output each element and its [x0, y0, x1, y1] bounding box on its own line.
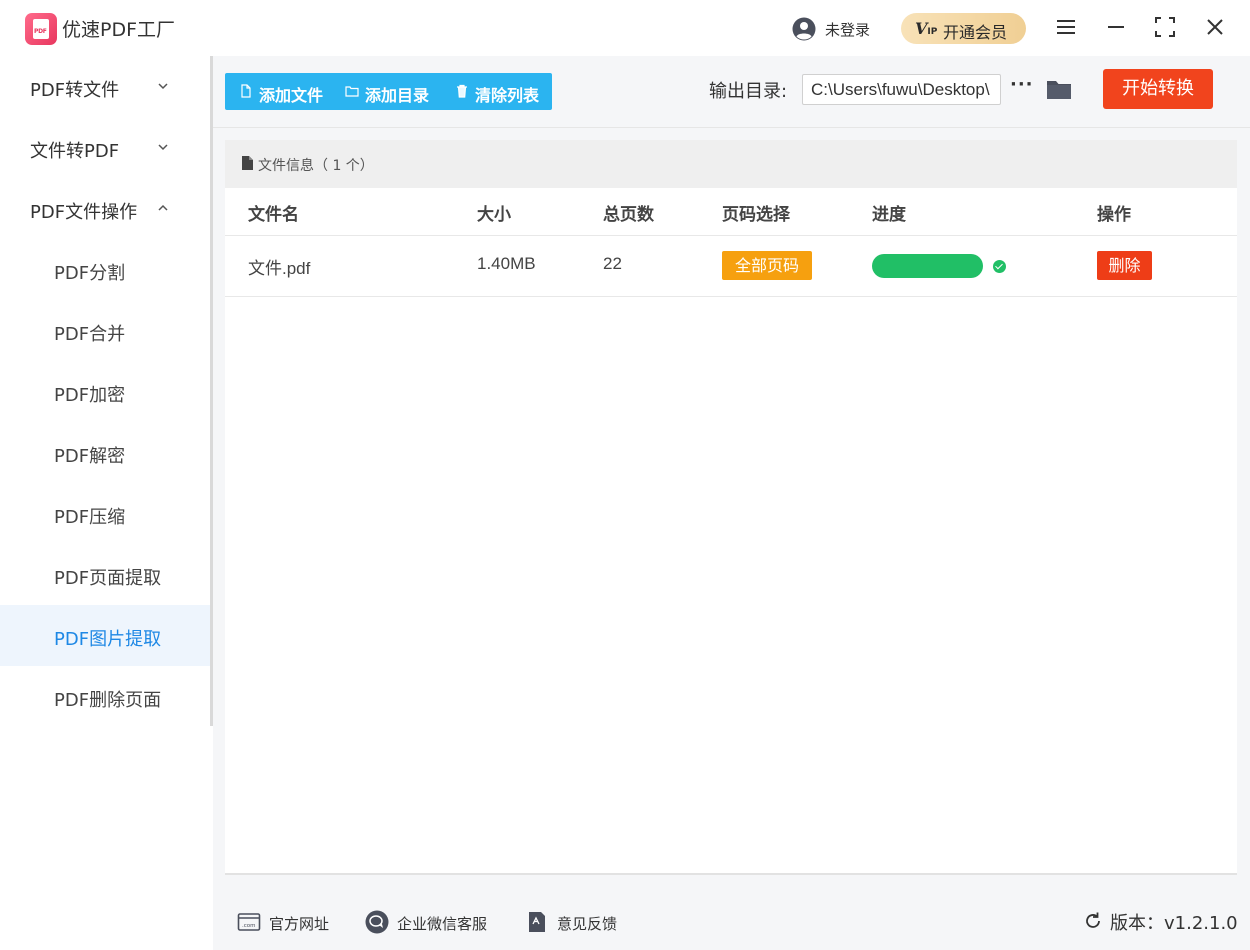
- vip-membership-button[interactable]: VIP 开通会员: [901, 13, 1026, 44]
- column-header-page-select: 页码选择: [722, 205, 790, 225]
- column-header-size: 大小: [477, 205, 511, 225]
- feedback-icon: [529, 912, 545, 932]
- page-select-button[interactable]: 全部页码: [722, 251, 812, 280]
- refresh-icon: [1086, 912, 1100, 928]
- file-icon: [241, 84, 251, 98]
- sidebar-item-label: PDF压缩: [54, 507, 126, 528]
- sidebar-item-pdf-page-extract[interactable]: PDF页面提取: [0, 544, 213, 605]
- vip-icon: VIP: [915, 19, 938, 38]
- column-header-progress: 进度: [872, 205, 906, 225]
- sidebar-item-pdf-image-extract[interactable]: PDF图片提取: [0, 605, 213, 666]
- minimize-icon[interactable]: [1103, 14, 1129, 40]
- close-icon[interactable]: [1202, 14, 1228, 40]
- main-content: 添加文件 添加目录 清除列表 输出目录: ··· 开始转换 文件信息（ 1 个）…: [213, 56, 1250, 892]
- check-circle-icon: [993, 260, 1006, 273]
- file-list-panel: 文件信息（ 1 个） 文件名 大小 总页数 页码选择 进度 操作 文件.pdf …: [225, 140, 1237, 875]
- column-header-name: 文件名: [248, 205, 299, 225]
- sidebar-item-pdf-decrypt[interactable]: PDF解密: [0, 422, 213, 483]
- output-dir-input[interactable]: [802, 74, 1001, 105]
- file-count-label: 文件信息（ 1 个）: [258, 158, 374, 174]
- file-list-header: 文件信息（ 1 个）: [225, 140, 1237, 188]
- output-dir-label: 输出目录:: [709, 81, 788, 102]
- svg-text:.com: .com: [242, 923, 256, 929]
- vip-label: 开通会员: [943, 23, 1008, 42]
- more-options-button[interactable]: ···: [1010, 74, 1033, 104]
- clear-list-label: 清除列表: [475, 86, 540, 105]
- user-avatar-icon[interactable]: [792, 17, 816, 41]
- header-divider: [225, 235, 1237, 236]
- website-icon: .com: [237, 913, 261, 931]
- add-directory-label: 添加目录: [365, 86, 430, 105]
- sidebar-item-label: PDF页面提取: [54, 568, 162, 589]
- delete-button[interactable]: 删除: [1097, 251, 1152, 280]
- document-icon: [242, 156, 253, 170]
- login-link[interactable]: 未登录: [825, 19, 870, 40]
- maximize-icon[interactable]: [1152, 14, 1178, 40]
- wechat-icon: [365, 910, 389, 934]
- sidebar-item-label: PDF加密: [54, 385, 126, 406]
- column-header-action: 操作: [1097, 205, 1131, 225]
- sidebar-group-file-to-pdf[interactable]: 文件转PDF: [0, 117, 210, 178]
- wechat-support-label: 企业微信客服: [397, 915, 488, 933]
- page-count-cell: 22: [603, 254, 622, 273]
- toolbar: 添加文件 添加目录 清除列表 输出目录: ··· 开始转换: [213, 56, 1250, 128]
- sidebar-item-pdf-merge[interactable]: PDF合并: [0, 300, 213, 361]
- sidebar-group-pdf-to-file[interactable]: PDF转文件: [0, 56, 210, 117]
- file-size-cell: 1.40MB: [477, 254, 536, 273]
- folder-outline-icon: [345, 86, 359, 97]
- sidebar-group-label: 文件转PDF: [30, 141, 120, 162]
- sidebar-group-label: PDF转文件: [30, 80, 120, 101]
- sidebar-item-pdf-compress[interactable]: PDF压缩: [0, 483, 213, 544]
- sidebar-item-label: PDF图片提取: [54, 629, 162, 650]
- footer: .com 官方网址 企业微信客服 意见反馈 版本：v1.2.1.0: [213, 892, 1250, 950]
- chevron-down-icon: [158, 144, 168, 151]
- title-bar: 优速PDF工厂 未登录 VIP 开通会员: [0, 0, 1250, 56]
- menu-icon[interactable]: [1053, 14, 1079, 40]
- sidebar-item-label: PDF删除页面: [54, 690, 162, 711]
- column-header-pages: 总页数: [603, 205, 654, 225]
- progress-bar: [872, 254, 983, 278]
- add-file-label: 添加文件: [259, 86, 324, 105]
- sidebar-group-label: PDF文件操作: [30, 202, 138, 223]
- feedback-label: 意见反馈: [557, 915, 618, 933]
- app-title: 优速PDF工厂: [62, 19, 176, 41]
- open-folder-icon[interactable]: [1045, 76, 1073, 102]
- sidebar-item-label: PDF解密: [54, 446, 126, 467]
- sidebar: PDF转文件 文件转PDF PDF文件操作 PDF分割 PDF合并 PDF加密 …: [0, 56, 213, 950]
- file-button-group: 添加文件 添加目录 清除列表: [225, 73, 552, 110]
- app-logo-icon: [25, 13, 57, 45]
- sidebar-group-pdf-operations[interactable]: PDF文件操作: [0, 178, 210, 239]
- sidebar-item-label: PDF分割: [54, 263, 126, 284]
- sidebar-item-pdf-delete-pages[interactable]: PDF删除页面: [0, 666, 213, 727]
- row-divider: [225, 296, 1237, 297]
- chevron-up-icon: [158, 204, 168, 211]
- file-name-cell: 文件.pdf: [248, 259, 311, 278]
- official-website-label: 官方网址: [269, 915, 330, 933]
- sidebar-item-pdf-encrypt[interactable]: PDF加密: [0, 361, 213, 422]
- version-label: 版本：v1.2.1.0: [1110, 913, 1238, 934]
- sidebar-item-pdf-split[interactable]: PDF分割: [0, 239, 213, 300]
- trash-icon: [457, 84, 467, 98]
- chevron-down-icon: [158, 83, 168, 90]
- sidebar-item-label: PDF合并: [54, 324, 126, 345]
- start-convert-button[interactable]: 开始转换: [1103, 69, 1213, 109]
